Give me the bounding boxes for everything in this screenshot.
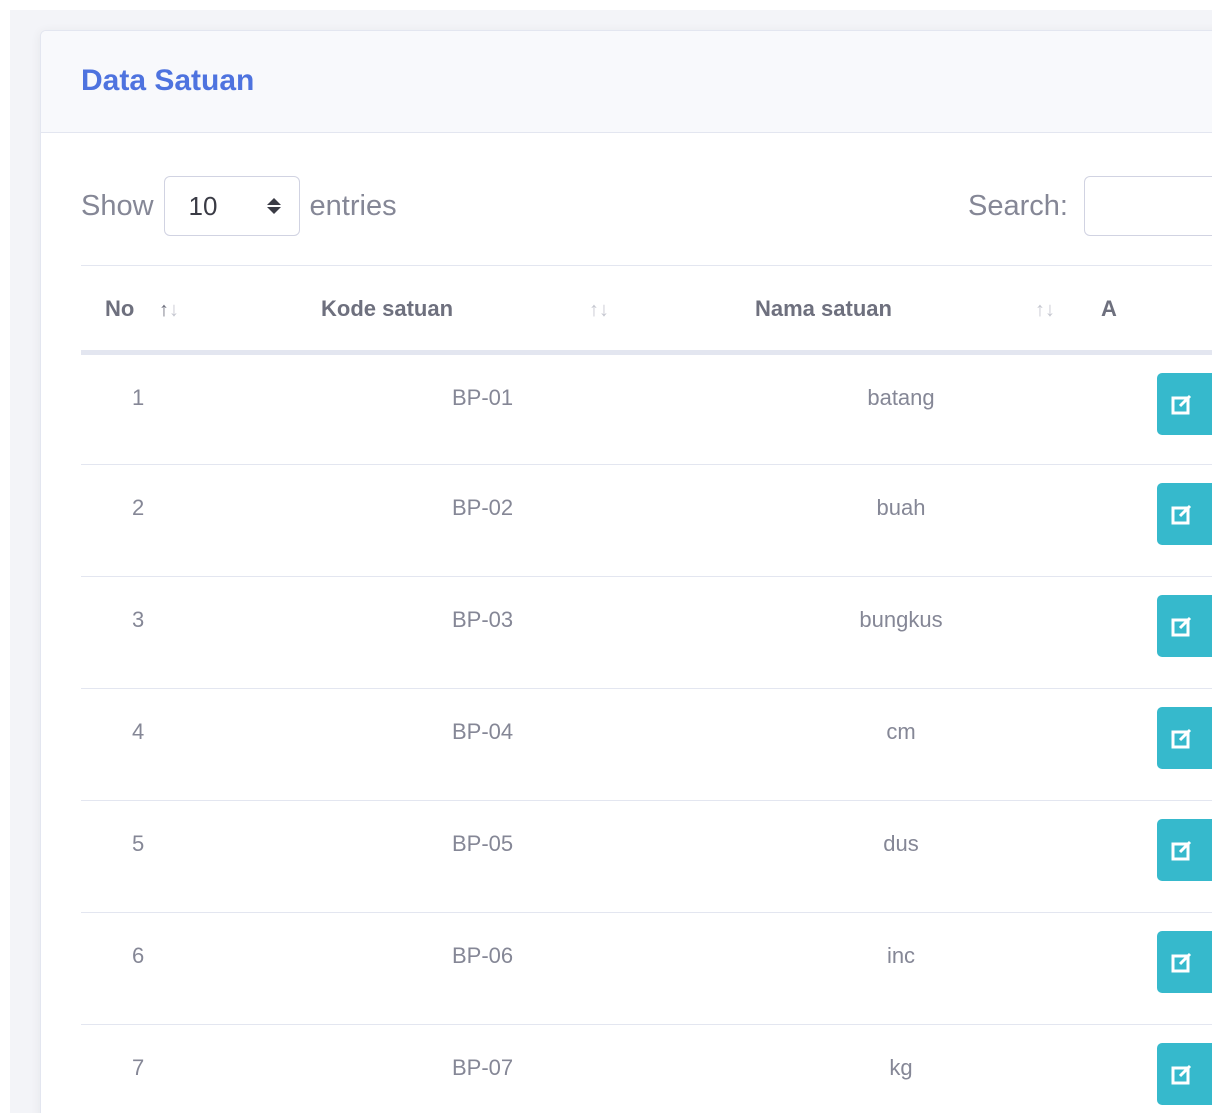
search-input[interactable]: [1083, 176, 1212, 236]
cell-kode-satuan: BP-04: [452, 719, 514, 744]
cell-nama-satuan: cm: [886, 719, 916, 744]
satuan-table: No ↑↓ Kode satuan ↑↓ Nama satuan ↑↓ A 1 …: [81, 265, 1212, 1113]
table-row: 4 BP-04 cm: [81, 689, 1212, 801]
edit-icon: [1171, 728, 1192, 749]
cell-kode-satuan: BP-03: [452, 607, 514, 632]
card-title: Data Satuan: [81, 64, 255, 97]
table-row: 7 BP-07 kg: [81, 1025, 1212, 1113]
cell-no: 5: [132, 831, 145, 856]
edit-icon: [1171, 616, 1192, 637]
cell-kode-satuan: BP-05: [452, 831, 514, 856]
page-background: Data Satuan Show 10 entries Search: No ↑…: [10, 10, 1212, 1113]
edit-icon: [1171, 504, 1192, 525]
cell-action: [1077, 689, 1212, 801]
cell-kode-satuan: BP-01: [452, 385, 514, 410]
cell-kode-satuan: BP-06: [452, 943, 514, 968]
cell-nama-satuan: kg: [889, 1055, 913, 1080]
table-controls: Show 10 entries Search:: [81, 174, 1212, 238]
edit-button[interactable]: [1157, 819, 1212, 881]
data-card: Data Satuan Show 10 entries Search: No ↑…: [40, 30, 1212, 1113]
cell-nama-satuan: inc: [886, 943, 916, 968]
cell-action: [1077, 465, 1212, 577]
cell-action: [1077, 577, 1212, 689]
sort-arrows-icon: ↑↓: [589, 299, 609, 321]
cell-nama-satuan: dus: [883, 831, 919, 856]
cell-nama-satuan: buah: [876, 495, 926, 520]
cell-no: 7: [132, 1055, 145, 1080]
entries-length-control: Show 10 entries: [81, 174, 397, 238]
select-arrows-icon: [266, 196, 281, 216]
column-header-nama-satuan[interactable]: Nama satuan ↑↓: [631, 266, 1077, 353]
card-header: Data Satuan: [41, 31, 1212, 133]
edit-icon: [1171, 394, 1192, 415]
edit-icon: [1171, 840, 1192, 861]
cell-action: [1077, 801, 1212, 913]
table-header-row: No ↑↓ Kode satuan ↑↓ Nama satuan ↑↓ A: [81, 265, 1212, 353]
entries-select-value: 10: [188, 190, 218, 221]
table-row: 3 BP-03 bungkus: [81, 577, 1212, 689]
table-row: 1 BP-01 batang: [81, 353, 1212, 465]
edit-icon: [1171, 952, 1192, 973]
edit-button[interactable]: [1157, 931, 1212, 993]
show-label: Show: [81, 189, 154, 222]
entries-select[interactable]: 10: [163, 176, 300, 236]
column-header-action[interactable]: A: [1077, 266, 1212, 353]
cell-no: 6: [132, 943, 145, 968]
edit-icon: [1171, 1064, 1192, 1085]
edit-button[interactable]: [1157, 1043, 1212, 1105]
cell-action: [1077, 913, 1212, 1025]
search-label: Search:: [968, 189, 1068, 222]
cell-no: 3: [132, 607, 145, 632]
column-header-no[interactable]: No ↑↓: [81, 266, 197, 353]
table-row: 2 BP-02 buah: [81, 465, 1212, 577]
sort-arrows-icon: ↑↓: [1035, 299, 1055, 321]
cell-no: 1: [132, 385, 145, 410]
cell-no: 2: [132, 495, 145, 520]
edit-button[interactable]: [1157, 373, 1212, 435]
cell-nama-satuan: batang: [867, 385, 935, 410]
column-header-kode-satuan[interactable]: Kode satuan ↑↓: [197, 266, 631, 353]
cell-no: 4: [132, 719, 145, 744]
cell-kode-satuan: BP-07: [452, 1055, 514, 1080]
edit-button[interactable]: [1157, 707, 1212, 769]
table-row: 6 BP-06 inc: [81, 913, 1212, 1025]
cell-action: [1077, 1025, 1212, 1113]
edit-button[interactable]: [1157, 595, 1212, 657]
cell-nama-satuan: bungkus: [859, 607, 943, 632]
cell-action: [1077, 353, 1212, 465]
edit-button[interactable]: [1157, 483, 1212, 545]
cell-kode-satuan: BP-02: [452, 495, 514, 520]
entries-label: entries: [309, 189, 397, 222]
sort-arrows-icon: ↑↓: [159, 299, 179, 321]
search-control: Search:: [968, 174, 1212, 238]
table-row: 5 BP-05 dus: [81, 801, 1212, 913]
